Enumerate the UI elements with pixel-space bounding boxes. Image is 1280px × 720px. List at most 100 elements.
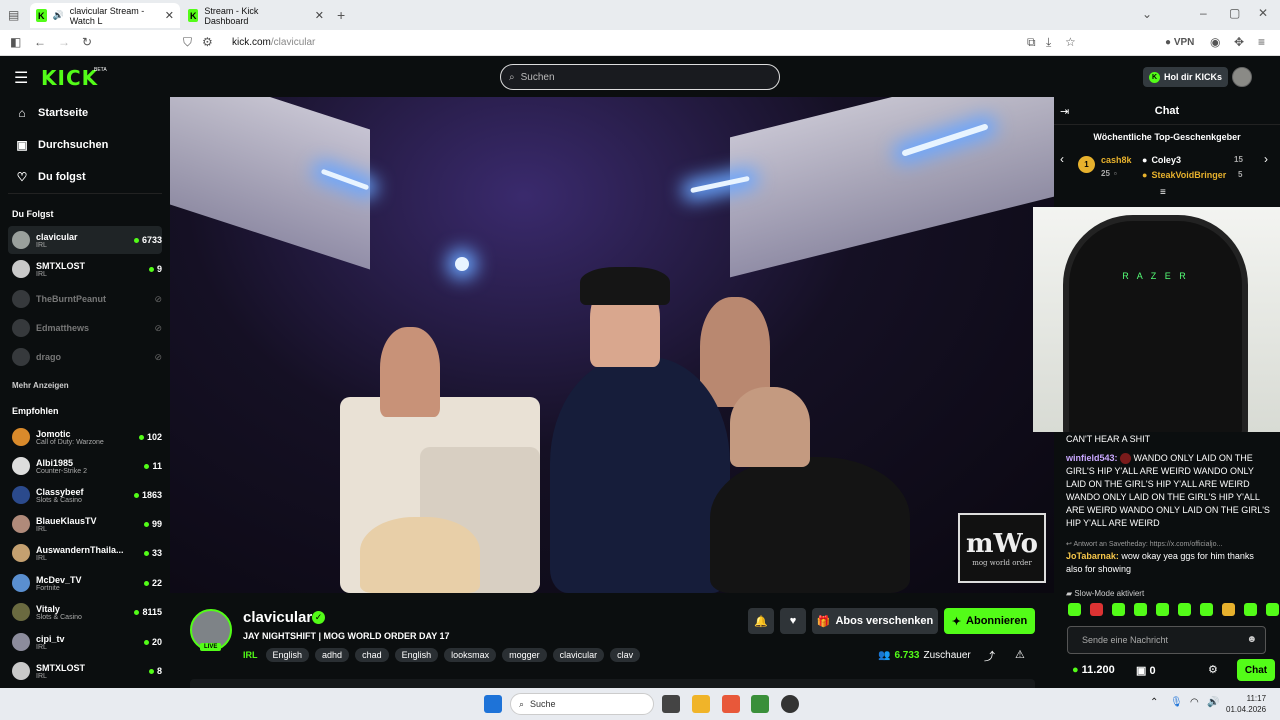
chat-username[interactable]: JoTabarnak: (1066, 551, 1119, 561)
channel-blaueklaustv[interactable]: BlaueKlausTV IRL 99 (8, 510, 162, 538)
user-avatar[interactable] (1232, 67, 1252, 87)
vpn-button[interactable]: ● VPN (1165, 37, 1194, 48)
video-player[interactable]: mWo mog world order (170, 97, 1054, 593)
pip-icon[interactable]: ⧉ (1027, 35, 1036, 50)
tag-chip[interactable]: looksmax (444, 648, 497, 662)
shield-icon[interactable]: ⛉ (183, 35, 192, 50)
follow-heart-button[interactable]: ♥ (780, 608, 806, 634)
file-explorer-icon[interactable] (692, 695, 710, 713)
kicks-balance[interactable]: ● 11.200 (1072, 664, 1115, 676)
profile-icon[interactable]: ◉ (1210, 35, 1220, 49)
tag-chip[interactable]: English (394, 648, 439, 662)
emote-icon[interactable] (1244, 603, 1257, 616)
get-kicks-button[interactable]: K Hol dir KICKs (1143, 67, 1229, 87)
app-icon[interactable] (751, 695, 769, 713)
subs-balance[interactable]: ▣ 0 (1136, 664, 1156, 677)
channel-smtxlost[interactable]: SMTXLOST IRL 9 (8, 255, 162, 283)
channel-jomotic[interactable]: Jomotic Call of Duty: Warzone 102 (8, 423, 162, 451)
windows-start-icon[interactable] (484, 695, 502, 713)
channel-auswandernthailand[interactable]: AuswandernThaila... IRL 33 (8, 539, 162, 567)
url-field[interactable]: kick.com/clavicular (232, 37, 315, 48)
collapse-chat-icon[interactable]: ⇥ (1060, 105, 1069, 118)
volume-icon[interactable]: 🔊 (1207, 697, 1219, 708)
firefox-icon[interactable] (722, 695, 740, 713)
emote-icon[interactable] (1090, 603, 1103, 616)
filter-icon[interactable]: ≡ (1160, 187, 1166, 198)
browser-tab-active[interactable]: K 🔊 clavicular Stream - Watch L ✕ (30, 3, 180, 28)
stream-category-link[interactable]: IRL (243, 650, 258, 660)
share-icon[interactable]: ⤴ (984, 648, 995, 664)
maximize-icon[interactable]: ▢ (1229, 6, 1240, 20)
emote-icon[interactable] (1200, 603, 1213, 616)
notification-bell-button[interactable]: 🔔 (748, 608, 774, 634)
channel-clavicular[interactable]: clavicular IRL 6733 (8, 226, 162, 254)
microphone-icon[interactable]: 🎙 (1170, 697, 1183, 708)
channel-cipi-tv[interactable]: cipi_tv IRL 20 (8, 628, 162, 656)
minimize-icon[interactable]: – (1200, 6, 1207, 20)
extensions-icon[interactable]: ✥ (1234, 35, 1244, 49)
task-view-icon[interactable] (662, 695, 680, 713)
sidebar-toggle-icon[interactable]: ◧ (10, 35, 21, 49)
bookmark-star-icon[interactable]: ☆ (1065, 35, 1076, 49)
channel-classybeef[interactable]: Classybeef Slots & Casino 1863 (8, 481, 162, 509)
gear-icon[interactable]: ⚙ (1208, 663, 1218, 676)
chevron-right-icon[interactable]: › (1264, 152, 1268, 166)
channel-vitaly[interactable]: Vitaly Slots & Casino 8115 (8, 598, 162, 626)
site-settings-icon[interactable]: ⚙ (202, 35, 213, 49)
taskbar-search[interactable]: ⌕ Suche (510, 693, 654, 715)
browser-menu-icon[interactable]: ≡ (1258, 35, 1265, 49)
streamer-name[interactable]: clavicular (243, 609, 312, 626)
browser-tab[interactable]: K Stream - Kick Dashboard ✕ (182, 3, 330, 28)
emote-icon[interactable] (1156, 603, 1169, 616)
emote-icon[interactable] (1112, 603, 1125, 616)
channel-edmatthews[interactable]: Edmatthews ⊘ (8, 314, 162, 342)
subscribe-button[interactable]: ✦ Abonnieren (944, 608, 1035, 634)
close-window-icon[interactable]: ✕ (1258, 6, 1268, 20)
show-more-link[interactable]: Mehr Anzeigen (12, 381, 69, 390)
kick-logo[interactable]: KICK (41, 66, 98, 90)
tag-chip[interactable]: clavicular (552, 648, 605, 662)
emote-icon[interactable] (1266, 603, 1279, 616)
channel-smtxlost-recommended[interactable]: SMTXLOST IRL 8 (8, 657, 162, 685)
tray-chevron-up-icon[interactable]: ⌃ (1150, 697, 1158, 708)
hamburger-menu-icon[interactable]: ☰ (14, 68, 28, 88)
pip-video-window[interactable]: R A Z E R (1033, 207, 1280, 432)
top-gifter-1[interactable]: cash8k (1101, 155, 1132, 165)
tag-chip[interactable]: mogger (502, 648, 547, 662)
nav-following[interactable]: ♡ Du folgst (16, 170, 86, 184)
tab-list-icon[interactable]: ▤ (8, 8, 19, 22)
chat-username[interactable]: winfield543: (1066, 453, 1118, 463)
channel-mcdev-tv[interactable]: McDev_TV Fortnite 22 (8, 569, 162, 597)
chevron-down-icon[interactable]: ⌄ (1142, 7, 1152, 21)
channel-albi1985[interactable]: Albi1985 Counter-Strike 2 11 (8, 452, 162, 480)
forward-icon[interactable]: → (58, 35, 70, 49)
report-warning-icon[interactable]: ⚠ (1015, 648, 1025, 661)
top-gifter-3[interactable]: ● SteakVoidBringer (1142, 170, 1226, 180)
new-tab-icon[interactable]: + (337, 7, 345, 23)
taskbar-clock[interactable]: 11:17 01.04.2026 (1226, 693, 1266, 715)
download-icon[interactable]: ⤓ (1046, 35, 1051, 50)
search-input[interactable]: ⌕ Suchen (500, 64, 780, 90)
wifi-icon[interactable]: ◠ (1190, 697, 1199, 708)
gift-subs-button[interactable]: 🎁 Abos verschenken (812, 608, 938, 634)
tag-chip[interactable]: adhd (315, 648, 350, 662)
back-icon[interactable]: ← (34, 35, 46, 49)
nav-browse[interactable]: ▣ Durchsuchen (16, 138, 108, 152)
chevron-left-icon[interactable]: ‹ (1060, 152, 1064, 166)
reload-icon[interactable]: ↻ (82, 35, 92, 49)
emote-icon[interactable] (1134, 603, 1147, 616)
emote-icon[interactable] (1222, 603, 1235, 616)
tag-chip[interactable]: English (265, 648, 310, 662)
app-icon[interactable] (781, 695, 799, 713)
chat-message-input[interactable]: Sende eine Nachricht ☻ (1067, 626, 1266, 654)
tag-chip[interactable]: chad (355, 648, 389, 662)
emote-icon[interactable] (1068, 603, 1081, 616)
emoji-icon[interactable]: ☻ (1246, 634, 1257, 645)
nav-home[interactable]: ⌂ Startseite (16, 106, 88, 120)
close-tab-icon[interactable]: ✕ (315, 9, 324, 22)
reply-reference[interactable]: ↩ Antwort an Savetheday: https://x.com/o… (1066, 540, 1222, 548)
channel-theburntpeanut[interactable]: TheBurntPeanut ⊘ (8, 285, 162, 313)
emote-icon[interactable] (1178, 603, 1191, 616)
close-tab-icon[interactable]: ✕ (165, 9, 174, 22)
top-gifter-2[interactable]: ● Coley3 (1142, 155, 1181, 165)
